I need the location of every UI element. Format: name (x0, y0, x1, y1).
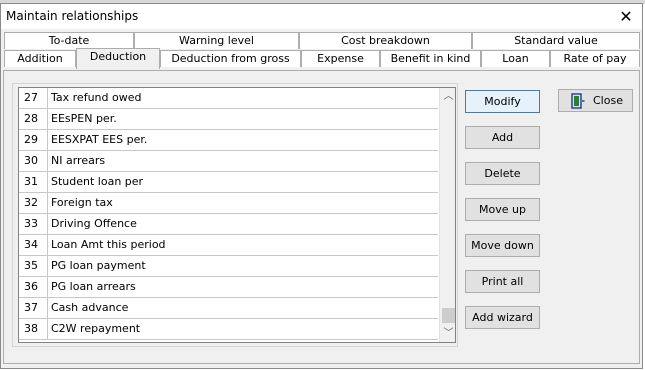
list-item[interactable]: 32 Foreign tax (19, 193, 438, 214)
item-description: Loan Amt this period (51, 238, 166, 251)
list-item[interactable]: 28 EEsPEN per. (19, 109, 438, 130)
tab-loan[interactable]: Loan (481, 50, 550, 67)
move-down-button[interactable]: Move down (465, 234, 540, 257)
item-number: 32 (19, 193, 48, 213)
list-item[interactable]: 30 NI arrears (19, 151, 438, 172)
item-number: 27 (19, 88, 48, 108)
list-vertical-scrollbar[interactable]: ︿ ﹀ (439, 88, 455, 342)
delete-button[interactable]: Delete (465, 162, 540, 185)
modify-button[interactable]: Modify (465, 90, 540, 113)
list-item[interactable]: 27 Tax refund owed (19, 88, 438, 109)
tab-cost-breakdown[interactable]: Cost breakdown (299, 32, 472, 49)
item-number: 38 (19, 319, 48, 339)
list-item[interactable]: 36 PG loan arrears (19, 277, 438, 298)
list-item[interactable]: 35 PG loan payment (19, 256, 438, 277)
tab-deduction[interactable]: Deduction (76, 48, 160, 69)
item-number: 33 (19, 214, 48, 234)
relationship-list[interactable]: 27 Tax refund owed 28 EEsPEN per. 29 EES… (18, 87, 456, 343)
window-title: Maintain relationships (6, 9, 139, 23)
list-item[interactable]: 29 EESXPAT EES per. (19, 130, 438, 151)
list-item[interactable]: 33 Driving Offence (19, 214, 438, 235)
item-number: 34 (19, 235, 48, 255)
list-item[interactable]: 37 Cash advance (19, 298, 438, 319)
add-wizard-button[interactable]: Add wizard (465, 306, 540, 329)
scroll-down-arrow-icon[interactable]: ﹀ (440, 325, 455, 342)
close-button[interactable]: Close (558, 89, 633, 112)
item-description: Student loan per (51, 175, 144, 188)
tab-deduction-from-gross[interactable]: Deduction from gross (160, 50, 301, 67)
scrollbar-thumb[interactable] (442, 308, 455, 323)
item-number: 29 (19, 130, 48, 150)
tab-standard-value[interactable]: Standard value (472, 32, 640, 49)
tab-addition[interactable]: Addition (4, 50, 76, 67)
tab-rate-of-pay[interactable]: Rate of pay (550, 50, 640, 67)
move-up-button[interactable]: Move up (465, 198, 540, 221)
title-bar: Maintain relationships ✕ (1, 4, 642, 29)
item-description: PG loan arrears (51, 280, 136, 293)
item-description: Driving Offence (51, 217, 137, 230)
item-number: 36 (19, 277, 48, 297)
list-item[interactable]: 31 Student loan per (19, 172, 438, 193)
list-item[interactable]: 34 Loan Amt this period (19, 235, 438, 256)
tab-benefit-in-kind[interactable]: Benefit in kind (380, 50, 481, 67)
item-description: NI arrears (51, 154, 106, 167)
tab-warning-level[interactable]: Warning level (134, 32, 299, 49)
item-description: Foreign tax (51, 196, 113, 209)
add-button[interactable]: Add (465, 126, 540, 149)
tab-expense[interactable]: Expense (301, 50, 380, 67)
item-number: 37 (19, 298, 48, 318)
close-button-label: Close (593, 94, 623, 107)
tab-to-date[interactable]: To-date (4, 32, 134, 49)
list-item[interactable]: 38 C2W repayment (19, 319, 438, 340)
item-description: EESXPAT EES per. (51, 133, 148, 146)
item-number: 28 (19, 109, 48, 129)
item-description: Tax refund owed (51, 91, 142, 104)
item-number: 35 (19, 256, 48, 276)
item-description: EEsPEN per. (51, 112, 117, 125)
item-description: PG loan payment (51, 259, 146, 272)
scroll-up-arrow-icon[interactable]: ︿ (440, 88, 455, 105)
item-description: C2W repayment (51, 322, 141, 335)
print-all-button[interactable]: Print all (465, 270, 540, 293)
window-close-icon[interactable]: ✕ (610, 4, 642, 29)
exit-door-icon (571, 93, 585, 109)
item-number: 31 (19, 172, 48, 192)
item-description: Cash advance (51, 301, 129, 314)
item-number: 30 (19, 151, 48, 171)
